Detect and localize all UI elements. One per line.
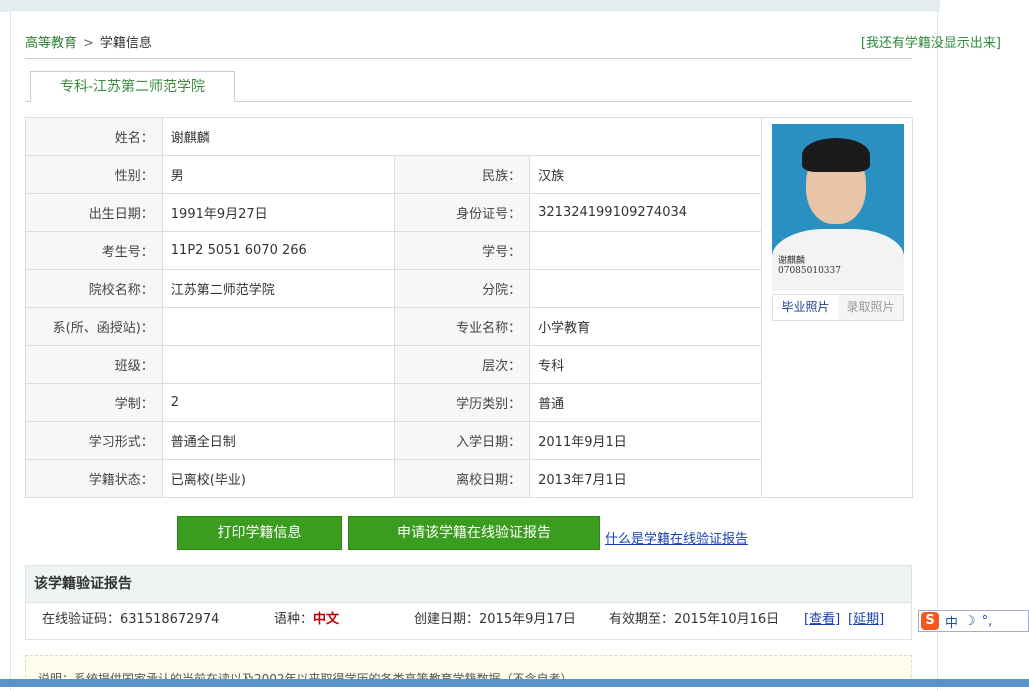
lang-label: 语种： — [274, 612, 314, 627]
value — [529, 269, 762, 308]
student-info-table: 姓名： 谢麒麟 性别：男民族： 汉族 出生日期： 1991年9月27日 身份证号： 3213… — [25, 117, 763, 498]
value: 专科 — [529, 345, 762, 384]
code-value: 631518672974 — [120, 612, 220, 627]
value — [161, 307, 396, 346]
label: 层次： — [394, 345, 531, 384]
value: 2 — [161, 383, 396, 422]
photo-panel: 谢麒麟 07085010337 毕业照片 录取照片 — [762, 117, 913, 498]
value — [161, 345, 396, 384]
label: 身份证号： — [394, 193, 531, 232]
table-row: 院校名称： 江苏第二师范学院 分院： — [25, 269, 762, 308]
label: 离校日期： — [394, 459, 531, 498]
table-row: 系(所、函授站)： 专业名称： 小学教育 — [25, 307, 762, 346]
bottom-bar — [0, 679, 1029, 687]
value: 1991年9月27日 — [161, 193, 396, 232]
label: 学习形式： — [25, 421, 163, 460]
lang-value: 中文 — [313, 612, 340, 627]
label: 考生号： — [25, 231, 163, 270]
student-photo: 谢麒麟 07085010337 — [772, 124, 904, 291]
tab-graduation-photo[interactable]: 毕业照片 — [773, 295, 838, 320]
label: 学籍状态： — [25, 459, 163, 498]
tab-admission-photo[interactable]: 录取照片 — [838, 295, 903, 320]
table-row: 学籍状态： 已离校(毕业) 离校日期： 2013年7月1日 — [25, 459, 762, 498]
moon-icon[interactable]: ☽ — [964, 614, 976, 629]
report-title: 该学籍验证报告 — [25, 565, 912, 603]
label: 分院： — [394, 269, 531, 308]
what-is-report-link[interactable]: 什么是学籍在线验证报告 — [605, 528, 748, 547]
code-label: 在线验证码： — [42, 612, 121, 627]
report-row: 在线验证码：631518672974 语种：中文 创建日期：2015年9月17日… — [25, 602, 912, 640]
photo-caption: 谢麒麟 07085010337 — [778, 256, 841, 276]
lang-text: 语种：中文 — [274, 602, 339, 638]
table-row: 考生号： 11P2 5051 6070 266 学号： — [25, 231, 762, 270]
label: 专业名称： — [394, 307, 531, 346]
ime-mode[interactable]: 中 — [945, 612, 958, 631]
breadcrumb-separator: > — [83, 36, 94, 51]
label: 姓名： — [25, 117, 163, 156]
label: 入学日期： — [394, 421, 531, 460]
value: 普通全日制 — [161, 421, 396, 460]
value: 江苏第二师范学院 — [161, 269, 396, 308]
value: 谢麒麟 — [161, 117, 763, 156]
label: 学号： — [394, 231, 531, 270]
table-row: 学习形式： 普通全日制 入学日期： 2011年9月1日 — [25, 421, 762, 460]
photo-hair — [802, 138, 870, 172]
value: 已离校(毕业) — [161, 459, 396, 498]
breadcrumb: 高等教育 > 学籍信息 — [25, 32, 152, 51]
value: 321324199109274034 — [529, 193, 762, 232]
label: 学历类别： — [394, 383, 531, 422]
extend-link[interactable]: [延期] — [848, 602, 884, 638]
value: 2011年9月1日 — [529, 421, 762, 460]
label: 院校名称： — [25, 269, 163, 308]
label: 性别： — [25, 155, 163, 194]
value: 普通 — [529, 383, 762, 422]
label: 系(所、函授站)： — [25, 307, 163, 346]
value: 汉族 — [529, 155, 762, 194]
ime-toolbar[interactable]: S 中 ☽ °, — [918, 610, 1029, 632]
photo-tabs: 毕业照片 录取照片 — [772, 294, 904, 321]
value — [529, 231, 762, 270]
created-date: 创建日期：2015年9月17日 — [414, 612, 576, 627]
tab-record[interactable]: 专科-江苏第二师范学院 — [30, 71, 235, 102]
value: 小学教育 — [529, 307, 762, 346]
missing-record-link[interactable]: [我还有学籍没显示出来] — [861, 32, 1001, 51]
table-row: 学制： 2 学历类别： 普通 — [25, 383, 762, 422]
label: 民族： — [394, 155, 531, 194]
punctuation-icon[interactable]: °, — [982, 614, 993, 629]
label: 出生日期： — [25, 193, 163, 232]
table-row: 出生日期： 1991年9月27日 身份证号： 321324199109274034 — [25, 193, 762, 232]
table-row: 性别：男民族： 汉族 — [25, 155, 762, 194]
value: 11P2 5051 6070 266 — [161, 231, 396, 270]
valid-until: 有效期至：2015年10月16日 — [609, 612, 780, 627]
label: 班级： — [25, 345, 163, 384]
photo-caption-name: 谢麒麟 — [778, 256, 806, 266]
value: 男 — [161, 155, 396, 194]
label: 学制： — [25, 383, 163, 422]
print-button[interactable]: 打印学籍信息 — [177, 516, 342, 550]
divider — [25, 58, 912, 59]
view-link[interactable]: [查看] — [804, 602, 840, 638]
sogou-logo-icon: S — [921, 612, 939, 630]
code-text: 在线验证码：631518672974 — [42, 602, 219, 638]
apply-report-button[interactable]: 申请该学籍在线验证报告 — [348, 516, 600, 550]
value: 2013年7月1日 — [529, 459, 762, 498]
breadcrumb-root[interactable]: 高等教育 — [25, 36, 77, 51]
breadcrumb-current: 学籍信息 — [99, 36, 152, 51]
table-row: 姓名： 谢麒麟 — [25, 117, 763, 156]
photo-caption-number: 07085010337 — [778, 266, 841, 276]
table-row: 班级： 层次： 专科 — [25, 345, 762, 384]
